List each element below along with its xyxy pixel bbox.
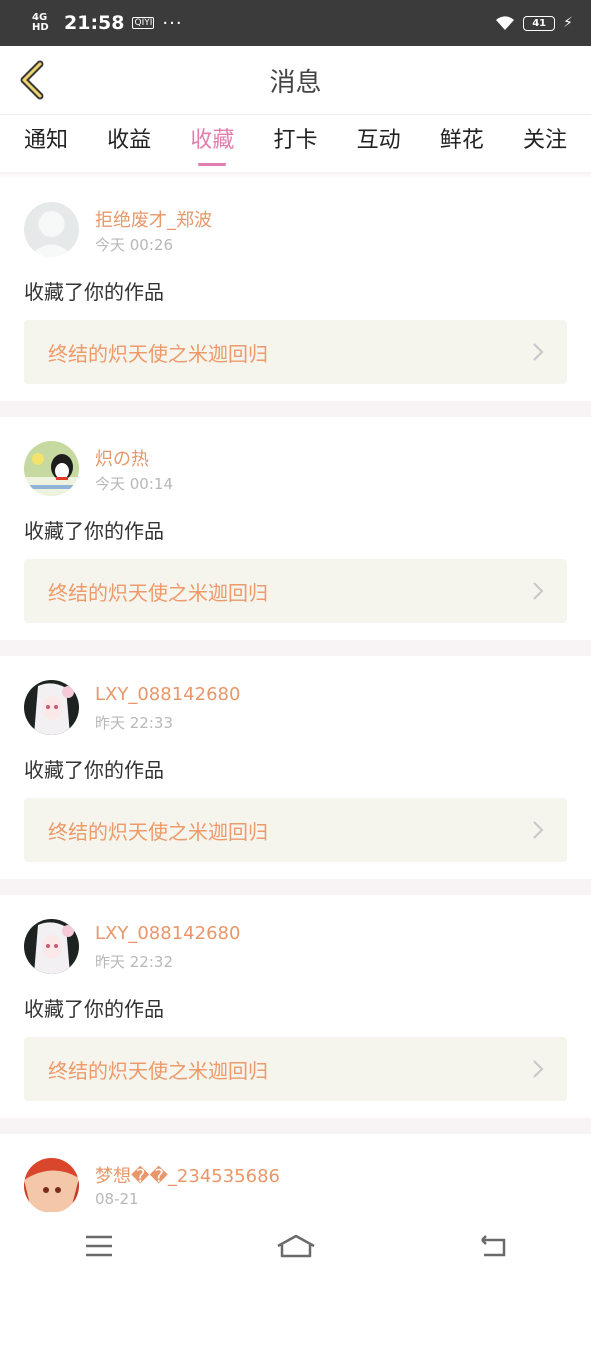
username[interactable]: 梦想��_234535686 xyxy=(95,1162,280,1188)
tab-earnings[interactable]: 收益 xyxy=(107,116,151,172)
default-avatar-icon xyxy=(24,202,79,257)
qiyi-icon: QIYI xyxy=(132,17,155,29)
menu-button[interactable] xyxy=(69,1226,129,1266)
more-notifications-icon: ··· xyxy=(162,12,183,34)
page-title: 消息 xyxy=(269,67,322,98)
action-text: 收藏了你的作品 xyxy=(24,758,164,782)
avatar[interactable] xyxy=(24,202,79,257)
avatar[interactable] xyxy=(24,919,79,974)
action-text: 收藏了你的作品 xyxy=(24,519,164,543)
back-button[interactable] xyxy=(12,58,52,102)
charging-icon: ⚡ xyxy=(563,15,573,31)
category-tabs: 通知 收益 收藏 打卡 互动 鲜花 关注 xyxy=(0,116,591,172)
battery-icon: 41 xyxy=(523,15,556,31)
timestamp: 今天 00:14 xyxy=(95,475,173,493)
work-title: 终结的炽天使之米迦回归 xyxy=(48,819,268,844)
penguin-avatar-icon xyxy=(24,441,79,496)
tab-interactions[interactable]: 互动 xyxy=(357,116,401,172)
back-nav-button[interactable] xyxy=(463,1226,523,1266)
work-title: 终结的炽天使之米迦回归 xyxy=(48,580,268,605)
system-navigation-bar xyxy=(0,1212,591,1280)
list-item: LXY_088142680 昨天 22:33 收藏了你的作品 终结的炽天使之米迦… xyxy=(0,656,591,879)
status-time: 21:58 xyxy=(64,12,125,34)
avatar[interactable] xyxy=(24,680,79,735)
timestamp: 08-21 xyxy=(95,1190,139,1208)
list-item: 拒绝废才_郑波 今天 00:26 收藏了你的作品 终结的炽天使之米迦回归 xyxy=(0,178,591,401)
favorites-list: 拒绝废才_郑波 今天 00:26 收藏了你的作品 终结的炽天使之米迦回归 炽の热… xyxy=(0,178,591,1357)
anime-red-avatar-icon xyxy=(24,1158,79,1213)
back-icon xyxy=(480,1235,505,1257)
username[interactable]: 炽の热 xyxy=(95,445,149,471)
menu-icon xyxy=(85,1235,112,1257)
battery-level: 41 xyxy=(532,17,547,29)
username[interactable]: 拒绝废才_郑波 xyxy=(95,206,212,232)
wifi-icon xyxy=(496,16,515,30)
work-link[interactable]: 终结的炽天使之米迦回归 xyxy=(24,559,567,623)
username[interactable]: LXY_088142680 xyxy=(95,923,240,944)
chevron-right-icon xyxy=(533,582,544,600)
back-arrow-icon xyxy=(20,60,44,100)
chevron-right-icon xyxy=(533,821,544,839)
status-bar: 4G HD 21:58 QIYI ··· 41 ⚡ xyxy=(0,0,591,46)
timestamp: 今天 00:26 xyxy=(95,236,173,254)
divider xyxy=(0,401,591,417)
action-text: 收藏了你的作品 xyxy=(24,280,164,304)
top-bar: 消息 xyxy=(0,46,591,115)
action-text: 收藏了你的作品 xyxy=(24,997,164,1021)
tab-favorites[interactable]: 收藏 xyxy=(190,116,234,172)
work-title: 终结的炽天使之米迦回归 xyxy=(48,341,268,366)
tab-checkin[interactable]: 打卡 xyxy=(273,116,317,172)
work-link[interactable]: 终结的炽天使之米迦回归 xyxy=(24,320,567,384)
tab-notifications[interactable]: 通知 xyxy=(24,116,68,172)
avatar[interactable] xyxy=(24,441,79,496)
work-link[interactable]: 终结的炽天使之米迦回归 xyxy=(24,798,567,862)
divider xyxy=(0,1118,591,1134)
list-item: 炽の热 今天 00:14 收藏了你的作品 终结的炽天使之米迦回归 xyxy=(0,417,591,640)
username[interactable]: LXY_088142680 xyxy=(95,684,240,705)
timestamp: 昨天 22:32 xyxy=(95,953,173,971)
home-button[interactable] xyxy=(266,1226,326,1266)
chevron-right-icon xyxy=(533,1060,544,1078)
home-icon xyxy=(276,1234,315,1258)
anime-girl-avatar-icon xyxy=(24,680,79,735)
divider xyxy=(0,640,591,656)
list-item: LXY_088142680 昨天 22:32 收藏了你的作品 终结的炽天使之米迦… xyxy=(0,895,591,1118)
anime-girl-avatar-icon xyxy=(24,919,79,974)
work-link[interactable]: 终结的炽天使之米迦回归 xyxy=(24,1037,567,1101)
avatar[interactable] xyxy=(24,1158,79,1213)
tab-flowers[interactable]: 鲜花 xyxy=(440,116,484,172)
network-indicator: 4G HD xyxy=(32,12,49,33)
chevron-right-icon xyxy=(533,343,544,361)
divider xyxy=(0,879,591,895)
work-title: 终结的炽天使之米迦回归 xyxy=(48,1058,268,1083)
tab-follows[interactable]: 关注 xyxy=(523,116,567,172)
timestamp: 昨天 22:33 xyxy=(95,714,173,732)
